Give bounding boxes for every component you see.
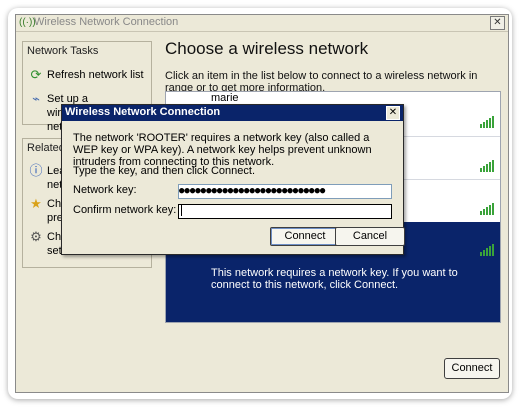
network-description: This network requires a network key. If … (211, 267, 458, 291)
wireless-setup-icon: ⌁ (32, 91, 40, 106)
dialog-connect-button[interactable]: Connect (270, 227, 340, 246)
signal-strength-icon (480, 116, 494, 128)
signal-strength-icon (480, 244, 494, 256)
dialog-close-button[interactable]: ✕ (386, 106, 400, 120)
dialog-titlebar: Wireless Network Connection ✕ (62, 105, 403, 121)
settings-icon: ⚙ (30, 229, 42, 244)
info-icon: ⓘ (29, 163, 43, 178)
dialog-message: The network 'ROOTER' requires a network … (73, 132, 372, 168)
page-title: Choose a wireless network (165, 39, 369, 58)
network-tasks-header: Network Tasks (27, 45, 99, 57)
window-title: Wireless Network Connection (34, 16, 179, 28)
confirm-key-field[interactable] (178, 204, 392, 219)
window-titlebar: ((·)) Wireless Network Connection ✕ (16, 15, 508, 32)
signal-strength-icon (480, 160, 494, 172)
dialog-prompt: Type the key, and then click Connect. (73, 165, 256, 177)
refresh-icon: ⟳ (30, 67, 42, 82)
wireless-icon: ((·)) (19, 17, 36, 28)
window-close-button[interactable]: ✕ (490, 16, 505, 30)
refresh-network-list-link[interactable]: ⟳ Refresh network list (23, 68, 151, 82)
dialog-cancel-button[interactable]: Cancel (335, 227, 405, 246)
network-key-field[interactable]: ●●●●●●●●●●●●●●●●●●●●●●●●●●● (178, 184, 392, 199)
network-key-label: Network key: (73, 184, 137, 196)
network-key-dialog: Wireless Network Connection ✕ The networ… (61, 104, 405, 255)
confirm-key-label: Confirm network key: (73, 204, 177, 216)
connect-button[interactable]: Connect (444, 358, 500, 379)
text-caret (181, 205, 182, 216)
signal-strength-icon (480, 203, 494, 215)
dialog-title: Wireless Network Connection (65, 106, 221, 118)
network-name: marie (211, 92, 239, 104)
star-icon: ★ (30, 196, 42, 211)
refresh-network-list-label: Refresh network list (47, 69, 144, 81)
